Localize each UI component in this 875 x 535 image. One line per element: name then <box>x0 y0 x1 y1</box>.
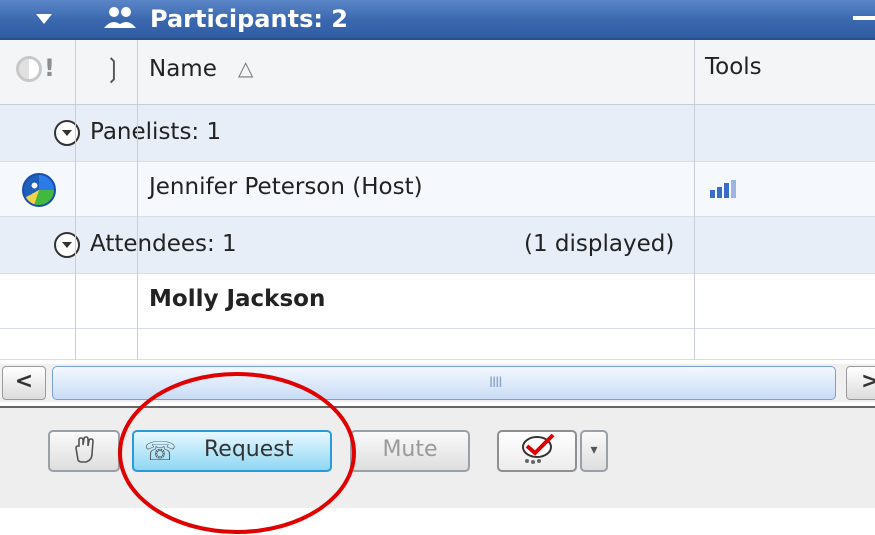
name-column-header[interactable]: Name <box>149 56 217 82</box>
raise-hand-icon <box>75 436 94 463</box>
attendees-displayed-count: (1 displayed) <box>524 231 675 257</box>
participant-row-host[interactable]: Jennifer Peterson (Host) <box>0 162 875 217</box>
panelists-group-row[interactable]: Panelists: 1 <box>0 105 875 162</box>
participant-name: Jennifer Peterson (Host) <box>149 174 423 200</box>
horizontal-scrollbar[interactable]: < IIII > <box>0 364 875 402</box>
column-divider <box>75 40 76 360</box>
scroll-grip-icon: IIII <box>489 375 502 391</box>
participants-panel: Participants: 2 ! ❳ Name △ Tools Panelis… <box>0 0 875 535</box>
sort-ascending-icon: △ <box>238 56 254 80</box>
tools-column-header[interactable]: Tools <box>705 54 762 80</box>
request-button-label: Request <box>204 437 294 462</box>
participants-icon <box>104 7 136 28</box>
minimize-icon[interactable] <box>853 16 875 20</box>
raise-hand-button[interactable] <box>48 430 120 472</box>
phone-column-icon[interactable]: ❳ <box>102 54 124 84</box>
status-exclamation-icon: ! <box>44 54 55 82</box>
request-button[interactable]: ☏ Request <box>132 430 332 472</box>
feedback-dropdown-arrow[interactable]: ▾ <box>580 430 608 472</box>
participants-grid: ! ❳ Name △ Tools Panelists: 1 Jennifer P… <box>0 40 875 360</box>
column-divider <box>137 40 138 360</box>
empty-row <box>0 329 875 360</box>
status-column-icon[interactable] <box>16 56 42 82</box>
scroll-left-button[interactable]: < <box>2 366 46 400</box>
panelists-label: Panelists: 1 <box>90 119 222 145</box>
globe-icon <box>22 173 56 207</box>
signal-bars-icon <box>710 180 736 198</box>
mute-button[interactable]: Mute <box>350 430 470 472</box>
feedback-button[interactable] <box>497 430 577 472</box>
checkmark-poll-icon <box>522 433 555 464</box>
scroll-thumb[interactable]: IIII <box>52 366 836 400</box>
column-divider <box>694 40 695 360</box>
expand-attendees-icon[interactable] <box>54 232 80 258</box>
participant-toolbar: ☏ Request Mute ▾ <box>0 406 875 508</box>
grid-header-row: ! ❳ Name △ Tools <box>0 40 875 105</box>
participant-name: Molly Jackson <box>149 286 326 312</box>
panel-titlebar: Participants: 2 <box>0 0 875 40</box>
collapse-arrow-icon[interactable] <box>36 14 52 24</box>
attendees-group-row[interactable]: Attendees: 1 (1 displayed) <box>0 217 875 274</box>
phone-icon: ☏ <box>144 437 177 467</box>
expand-panelists-icon[interactable] <box>54 120 80 146</box>
participant-row-attendee[interactable]: Molly Jackson <box>0 274 875 329</box>
attendees-label: Attendees: 1 <box>90 231 237 257</box>
panel-title: Participants: 2 <box>150 5 348 33</box>
scroll-right-button[interactable]: > <box>846 366 875 400</box>
